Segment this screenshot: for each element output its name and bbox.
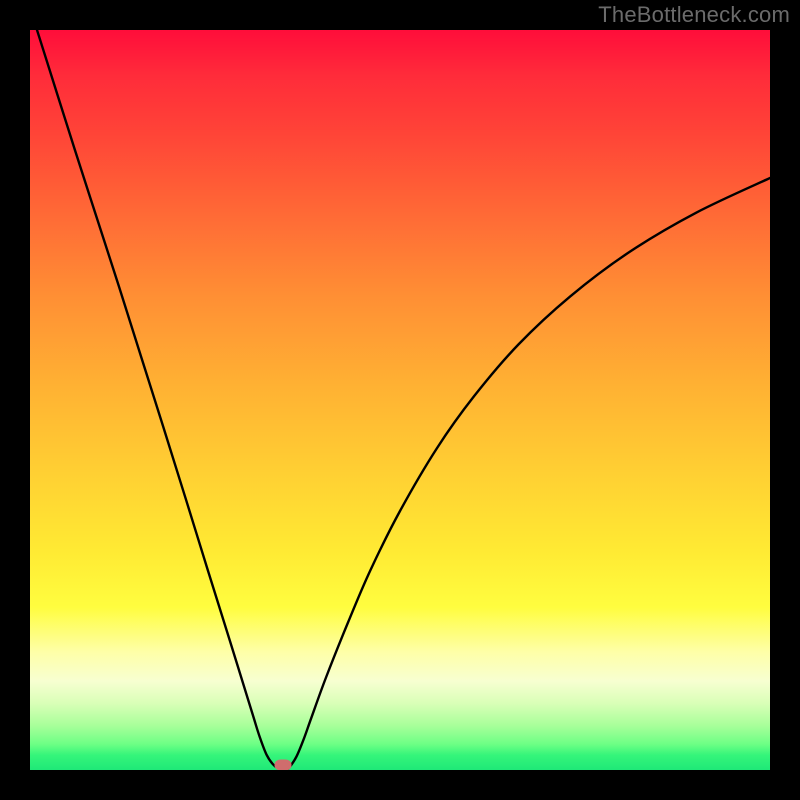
minimum-marker <box>275 759 292 770</box>
watermark-text: TheBottleneck.com <box>598 2 790 28</box>
plot-area <box>30 30 770 770</box>
bottleneck-curve <box>30 30 770 770</box>
curve-path <box>30 30 770 770</box>
chart-frame: TheBottleneck.com <box>0 0 800 800</box>
